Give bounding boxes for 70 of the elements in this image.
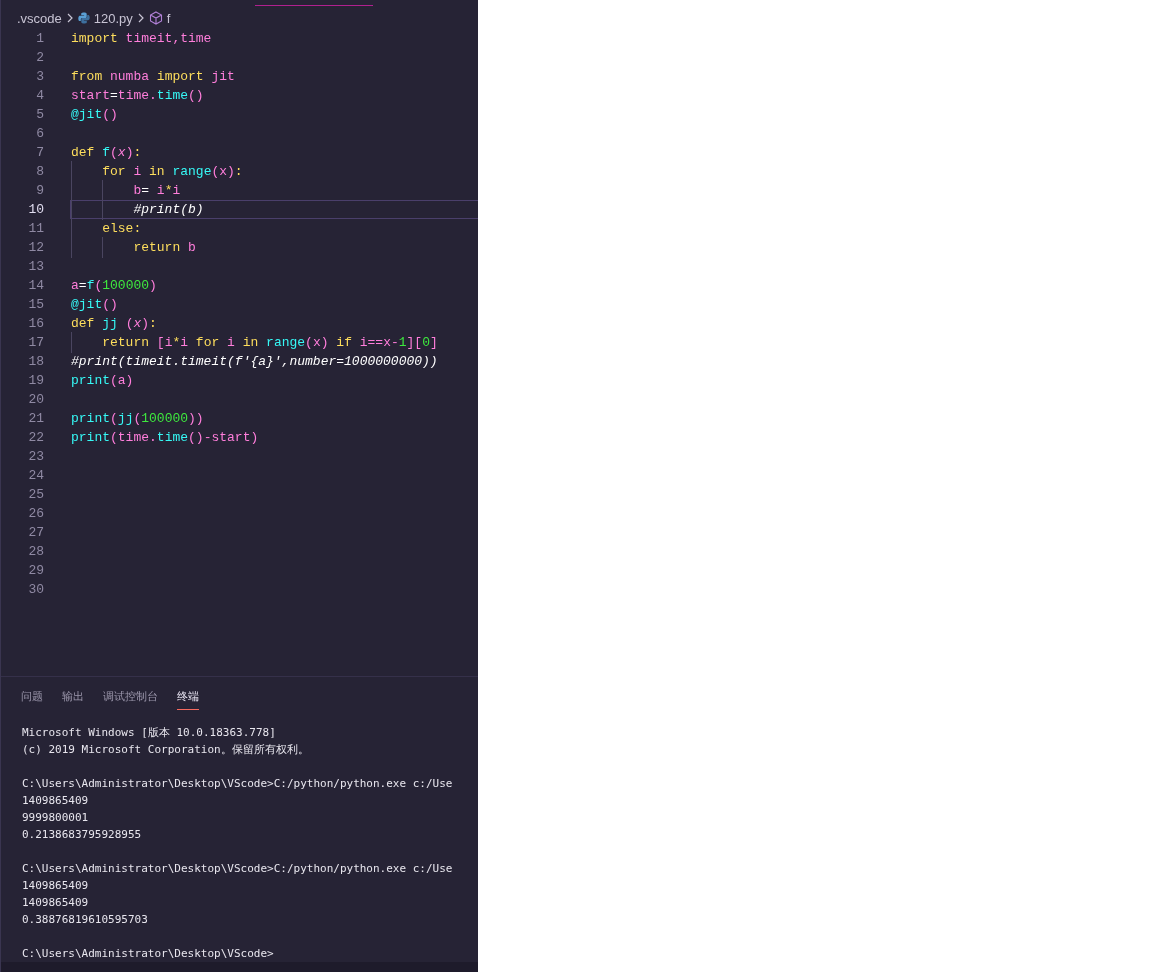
line-number: 6 [35, 126, 44, 141]
panel-tab[interactable]: 终端 [177, 687, 199, 710]
chevron-icon [65, 13, 74, 23]
line-number: 14 [27, 278, 44, 293]
line-number: 3 [35, 69, 44, 84]
code-line: print(a) [70, 372, 135, 390]
line-number: 28 [27, 544, 44, 559]
line-number: 11 [27, 221, 44, 236]
terminal-line: 9999800001 [22, 810, 90, 826]
code-line: b= i*i [70, 181, 478, 200]
code-line: import timeit,time [70, 30, 213, 48]
code-line: for i in range(x): [70, 162, 478, 181]
terminal-line: 1409865409 [22, 878, 90, 894]
cube-icon [148, 11, 163, 25]
terminal-line: 0.2138683795928955 [22, 827, 143, 843]
terminal-line: C:\Users\Administrator\Desktop\VScode>C:/python/python.exe c:/Use [22, 861, 454, 877]
code-line: else: [70, 219, 478, 238]
terminal-line: (c) 2019 Microsoft Corporation。保留所有权利。 [22, 742, 310, 758]
line-number: 25 [27, 487, 44, 502]
panel-tab[interactable]: 问题 [21, 687, 43, 710]
chevron-icon [136, 13, 145, 23]
code-line: from numba import jit [70, 68, 236, 86]
line-number: 15 [27, 297, 44, 312]
line-number: 18 [27, 354, 44, 369]
code-line: def f(x): [70, 144, 143, 162]
line-number: 7 [35, 145, 44, 160]
line-number: 26 [27, 506, 44, 521]
code-line: return [i*i for i in range(x) if i==x-1][0] [70, 333, 478, 352]
code-line: print(jj(100000)) [70, 410, 205, 428]
code-line: def jj (x): [70, 315, 158, 333]
terminal-line: C:\Users\Administrator\Desktop\VScode> [22, 946, 275, 962]
terminal-line: 0.38876819610595703 [22, 912, 149, 928]
terminal-line: Microsoft Windows [版本 10.0.18363.778] [22, 725, 277, 741]
line-number: 20 [27, 392, 44, 407]
terminal-line: 1409865409 [22, 895, 90, 911]
current-code-line: #print(b) [70, 200, 478, 219]
line-number: 8 [35, 164, 44, 179]
line-number: 30 [27, 582, 44, 597]
line-number: 24 [27, 468, 44, 483]
line-number: 16 [27, 316, 44, 331]
code-line: return b [70, 238, 478, 257]
code-line: @jit() [70, 296, 119, 314]
code-line: start=time.time() [70, 87, 205, 105]
breadcrumb-item[interactable]: 120.py [93, 10, 133, 26]
panel-tab[interactable]: 调试控制台 [103, 687, 158, 710]
breadcrumb-item[interactable]: f [166, 10, 171, 26]
code-line: @jit() [70, 106, 119, 124]
line-number: 19 [27, 373, 44, 388]
line-number: 13 [27, 259, 44, 274]
python-file-icon [77, 12, 90, 24]
line-number: 21 [27, 411, 44, 426]
terminal-line: 1409865409 [22, 793, 90, 809]
line-number: 9 [35, 183, 44, 198]
line-number: 12 [27, 240, 44, 255]
breadcrumb-item[interactable]: .vscode [17, 10, 62, 26]
line-number: 2 [35, 50, 44, 65]
terminal-line: C:\Users\Administrator\Desktop\VScode>C:/python/python.exe c:/Use [22, 776, 454, 792]
code-line: a=f(100000) [70, 277, 158, 295]
line-number: 5 [35, 107, 44, 122]
line-number: 10 [27, 202, 44, 217]
line-number: 4 [35, 88, 44, 103]
line-number: 1 [35, 31, 44, 46]
line-number: 27 [27, 525, 44, 540]
line-number: 17 [27, 335, 44, 350]
line-number: 29 [27, 563, 44, 578]
code-line: print(time.time()-start) [70, 429, 260, 447]
line-number: 23 [27, 449, 44, 464]
line-number: 22 [27, 430, 44, 445]
code-line: #print(timeit.timeit(f'{a}',number=1000000000)) [70, 353, 439, 371]
panel-tab[interactable]: 输出 [62, 687, 84, 710]
